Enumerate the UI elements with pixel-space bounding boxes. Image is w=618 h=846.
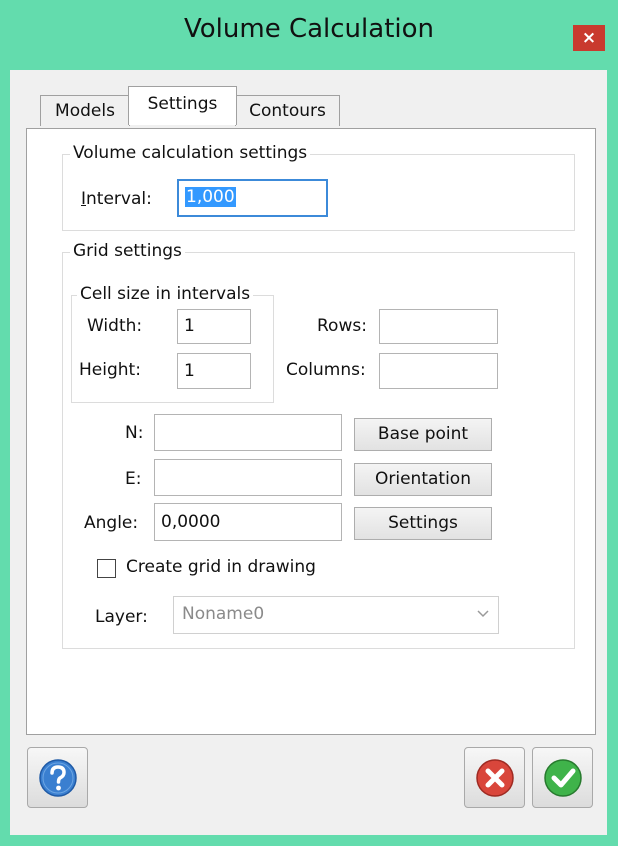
window-title: Volume Calculation (183, 14, 434, 44)
layer-select-value: Noname0 (182, 604, 265, 624)
e-label: E: (125, 469, 142, 489)
cancel-button[interactable] (464, 747, 525, 808)
n-input[interactable] (154, 414, 342, 451)
dialog-window: Volume Calculation × Models Settings Con… (0, 0, 618, 846)
angle-input[interactable]: 0,0000 (154, 503, 342, 541)
grid-settings-button[interactable]: Settings (354, 507, 492, 540)
base-point-button[interactable]: Base point (354, 418, 492, 451)
close-button[interactable]: × (573, 25, 605, 51)
height-label: Height: (79, 360, 141, 380)
width-input[interactable]: 1 (177, 309, 251, 344)
layer-select[interactable]: Noname0 (173, 596, 499, 634)
angle-label: Angle: (84, 513, 139, 533)
create-grid-label: Create grid in drawing (126, 557, 316, 577)
interval-input[interactable]: 1,000 (177, 179, 328, 217)
width-label: Width: (87, 316, 143, 336)
tab-settings[interactable]: Settings (128, 86, 237, 125)
rows-label: Rows: (317, 316, 367, 336)
height-input[interactable]: 1 (177, 353, 251, 389)
rows-input[interactable] (379, 309, 498, 344)
create-grid-checkbox[interactable] (97, 559, 116, 578)
tab-models[interactable]: Models (40, 95, 130, 126)
e-input[interactable] (154, 459, 342, 496)
grid-settings-title: Grid settings (70, 241, 185, 261)
chevron-down-icon (476, 597, 490, 643)
help-button[interactable] (27, 747, 88, 808)
n-label: N: (125, 423, 144, 443)
close-icon: × (581, 28, 597, 48)
settings-panel: Volume calculation settings Interval: 1,… (26, 128, 596, 735)
cell-size-title: Cell size in intervals (77, 284, 254, 304)
interval-label: Interval: (81, 189, 152, 209)
volume-settings-title: Volume calculation settings (70, 143, 311, 163)
tab-contours[interactable]: Contours (235, 95, 340, 126)
layer-label: Layer: (95, 607, 148, 627)
columns-label: Columns: (286, 360, 366, 380)
orientation-button[interactable]: Orientation (354, 463, 492, 496)
ok-button[interactable] (532, 747, 593, 808)
columns-input[interactable] (379, 353, 498, 389)
